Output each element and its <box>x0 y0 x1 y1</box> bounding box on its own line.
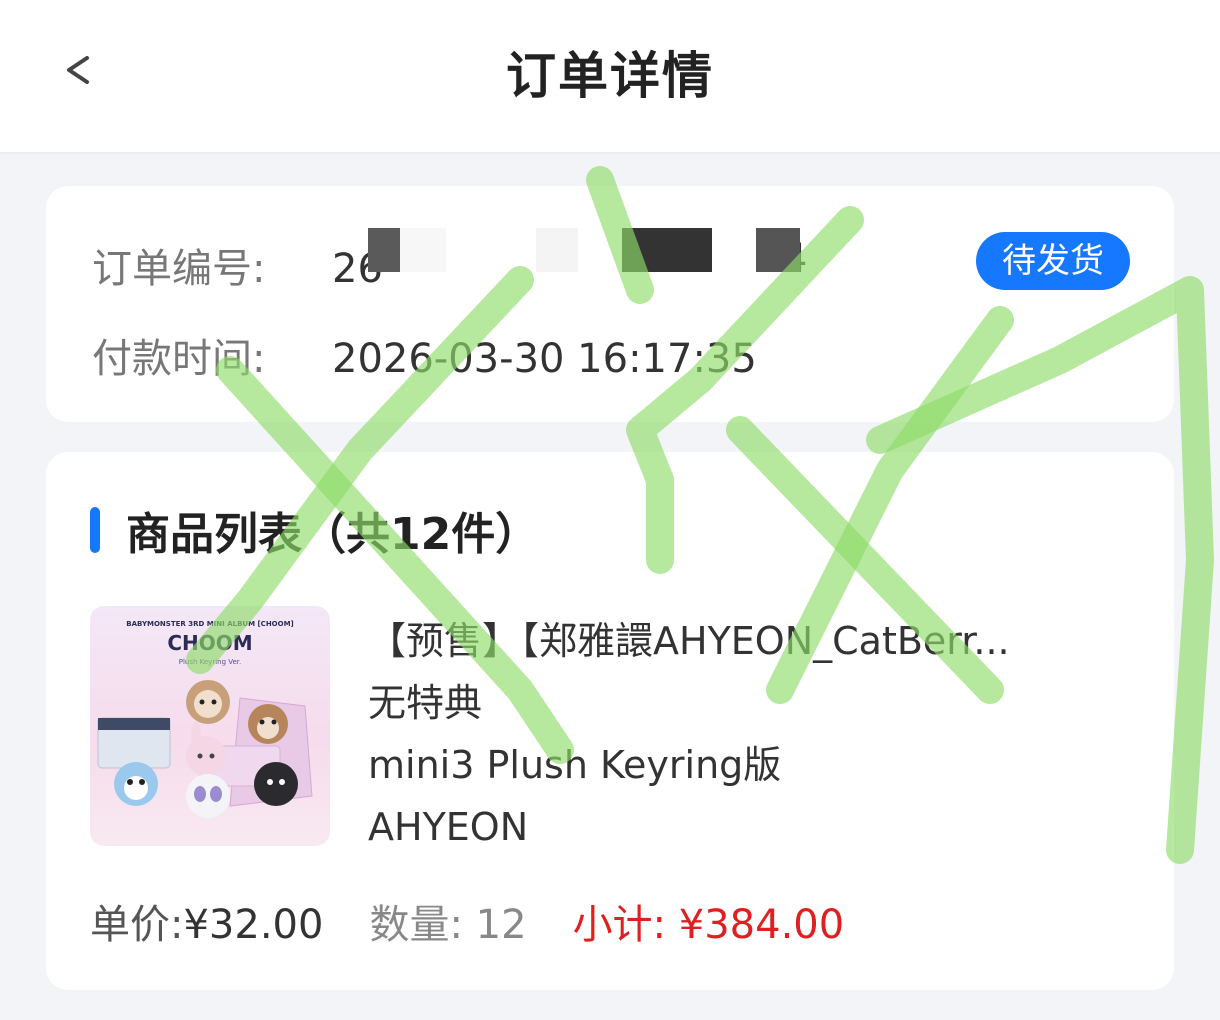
page-title: 订单详情 <box>506 47 714 105</box>
quantity-label: 数量: <box>369 902 463 948</box>
product-image[interactable]: BABYMONSTER 3RD MINI ALBUM [CHOOM] CHOOM… <box>90 606 330 846</box>
goods-list-card: 商品列表（共12件） BABYMONSTER 3RD MINI ALBUM [C… <box>46 452 1174 990</box>
product-bonus: 无特典 <box>368 681 483 725</box>
quantity-group: 数量: 12 <box>369 892 526 950</box>
payment-time-value: 2026-03-30 16:17:35 <box>332 336 757 382</box>
price-summary-row: 单价: ¥32.00 数量: 12 小计: ¥384.00 <box>90 892 844 950</box>
order-number-row: 订单编号:264 <box>92 236 807 294</box>
top-nav-bar: 订单详情 <box>0 0 1220 154</box>
redaction-mask <box>756 228 800 272</box>
subtotal-label: 小计: <box>572 902 667 948</box>
product-version: mini3 Plush Keyring版 <box>368 743 782 787</box>
order-number-label: 订单编号: <box>92 246 266 292</box>
plush-keyring-album-art: BABYMONSTER 3RD MINI ALBUM [CHOOM] CHOOM… <box>97 620 313 818</box>
section-accent-bar <box>90 507 100 553</box>
order-info-card: 订单编号:264 待发货 付款时间: 2026-03-30 16:17:35 <box>46 186 1174 422</box>
quantity-value: 12 <box>475 902 527 948</box>
goods-section-title: 商品列表（共12件） <box>126 509 540 560</box>
album-header-text: BABYMONSTER 3RD MINI ALBUM [CHOOM] <box>126 620 294 628</box>
status-badge: 待发货 <box>976 232 1130 290</box>
album-title-text: CHOOM <box>167 631 252 655</box>
redaction-mask <box>622 228 712 272</box>
unit-price-label: 单价: <box>90 902 184 948</box>
redaction-mask <box>368 228 400 272</box>
redaction-mask <box>400 228 446 272</box>
album-subtitle-text: Plush Keyring Ver. <box>179 658 242 666</box>
product-info[interactable]: 【预售】【郑雅譞AHYEON_CatBerr... 无特典 mini3 Plus… <box>368 610 1088 858</box>
payment-time-row: 付款时间: 2026-03-30 16:17:35 <box>92 326 757 384</box>
subtotal-group: 小计: ¥384.00 <box>573 892 845 950</box>
product-member: AHYEON <box>368 805 529 849</box>
subtotal-value: ¥384.00 <box>678 902 845 948</box>
payment-time-label: 付款时间: <box>92 336 266 382</box>
unit-price-value: ¥32.00 <box>183 902 324 948</box>
goods-section-header: 商品列表（共12件） <box>90 502 539 560</box>
product-name: 【预售】【郑雅譞AHYEON_CatBerr... <box>368 619 1010 663</box>
redaction-mask <box>536 228 578 272</box>
